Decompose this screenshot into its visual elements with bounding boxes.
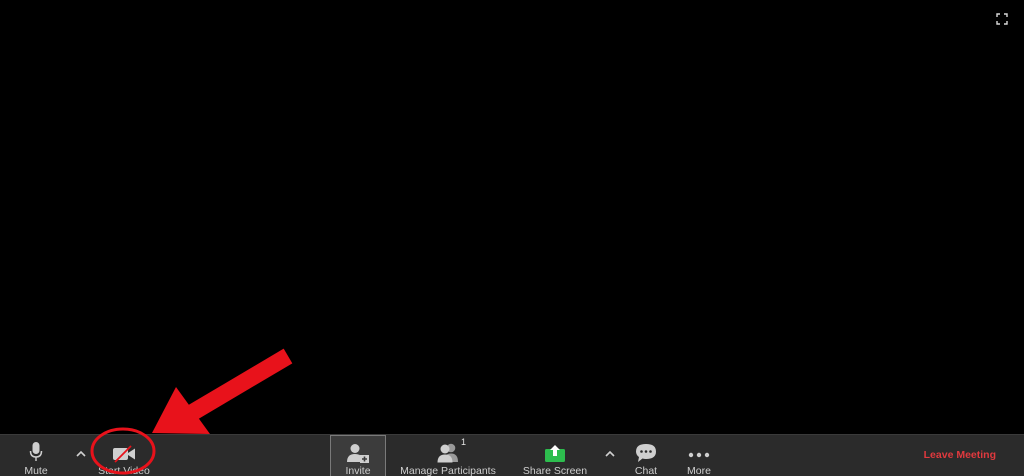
- share-screen-icon: [545, 443, 565, 462]
- more-button[interactable]: More: [682, 435, 716, 476]
- invite-button[interactable]: Invite: [330, 435, 386, 476]
- share-screen-button[interactable]: Share Screen: [522, 435, 588, 476]
- add-user-icon: [347, 444, 369, 463]
- invite-label: Invite: [345, 465, 371, 476]
- participant-count-badge: 1: [461, 437, 467, 447]
- chevron-up-icon: [76, 450, 86, 457]
- leave-meeting-button[interactable]: Leave Meeting: [924, 449, 996, 461]
- participants-icon: [437, 443, 458, 463]
- chat-button[interactable]: Chat: [628, 435, 664, 476]
- audio-options-button[interactable]: [74, 447, 88, 461]
- share-screen-label: Share Screen: [522, 465, 588, 476]
- video-area: [0, 0, 1024, 434]
- chat-bubble-icon: [636, 444, 656, 462]
- video-camera-off-icon: [113, 445, 135, 463]
- manage-participants-label: Manage Participants: [400, 465, 496, 476]
- more-dots-icon: [688, 452, 710, 458]
- manage-participants-button[interactable]: 1 Manage Participants: [400, 435, 496, 476]
- chevron-up-icon: [605, 450, 615, 457]
- mute-button[interactable]: Mute: [16, 435, 56, 476]
- microphone-icon: [29, 442, 43, 461]
- fullscreen-icon: [996, 13, 1008, 25]
- more-label: More: [687, 465, 711, 476]
- mute-label: Mute: [24, 465, 48, 476]
- fullscreen-button[interactable]: [996, 12, 1008, 25]
- start-video-button[interactable]: Start Video: [94, 435, 154, 476]
- meeting-toolbar: Mute Start Video Invite 1 Manage Partici…: [0, 434, 1024, 476]
- share-options-button[interactable]: [603, 447, 617, 461]
- start-video-label: Start Video: [98, 465, 150, 476]
- meeting-window: Mute Start Video Invite 1 Manage Partici…: [0, 0, 1024, 476]
- chat-label: Chat: [634, 465, 658, 476]
